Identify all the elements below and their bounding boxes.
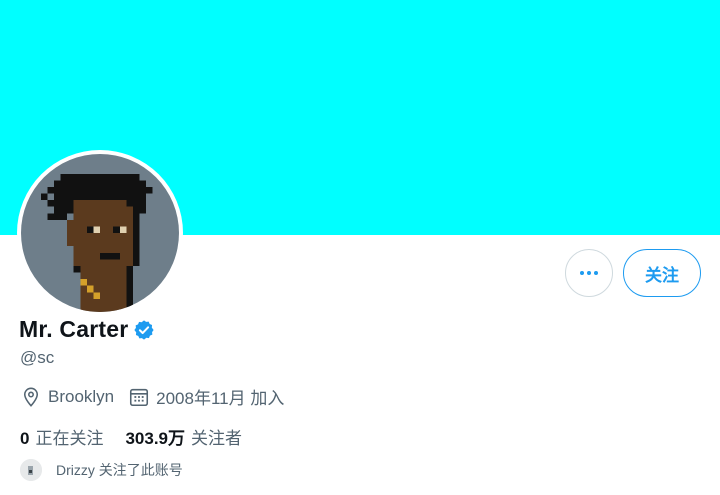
joined-text: 2008年11月 加入 bbox=[156, 389, 285, 408]
joined-item: 2008年11月 加入 bbox=[128, 384, 284, 409]
followers-count: 303.9万 bbox=[125, 429, 186, 448]
following-stat[interactable]: 0 正在关注 bbox=[20, 424, 103, 449]
followers-stat[interactable]: 303.9万 关注者 bbox=[125, 424, 242, 449]
follow-button[interactable]: 关注 bbox=[623, 249, 701, 297]
more-dots-icon bbox=[580, 271, 598, 275]
verified-badge-icon[interactable] bbox=[133, 319, 155, 341]
punk-avatar-image bbox=[21, 154, 179, 312]
follower-avatar bbox=[20, 459, 42, 481]
name-row: Mr. Carter bbox=[19, 316, 155, 343]
location-pin-icon bbox=[23, 387, 39, 407]
followed-by-row[interactable]: Drizzy 关注了此账号 bbox=[20, 459, 183, 481]
profile-meta: Brooklyn 2008年11月 加入 bbox=[20, 384, 284, 409]
profile-avatar[interactable] bbox=[17, 150, 183, 316]
more-button[interactable] bbox=[565, 249, 613, 297]
location-text: Brooklyn bbox=[48, 386, 115, 406]
following-label: 正在关注 bbox=[35, 429, 104, 448]
followed-by-text: Drizzy 关注了此账号 bbox=[56, 462, 183, 478]
calendar-icon bbox=[130, 388, 149, 406]
following-count: 0 bbox=[20, 429, 30, 448]
handle: @sc bbox=[20, 348, 55, 367]
follower-avatar-image bbox=[20, 459, 42, 481]
follow-stats: 0 正在关注 303.9万 关注者 bbox=[20, 424, 242, 449]
followers-label: 关注者 bbox=[191, 429, 243, 448]
follow-button-label: 关注 bbox=[645, 265, 679, 285]
location-item: Brooklyn bbox=[20, 386, 114, 408]
display-name: Mr. Carter bbox=[19, 316, 129, 342]
